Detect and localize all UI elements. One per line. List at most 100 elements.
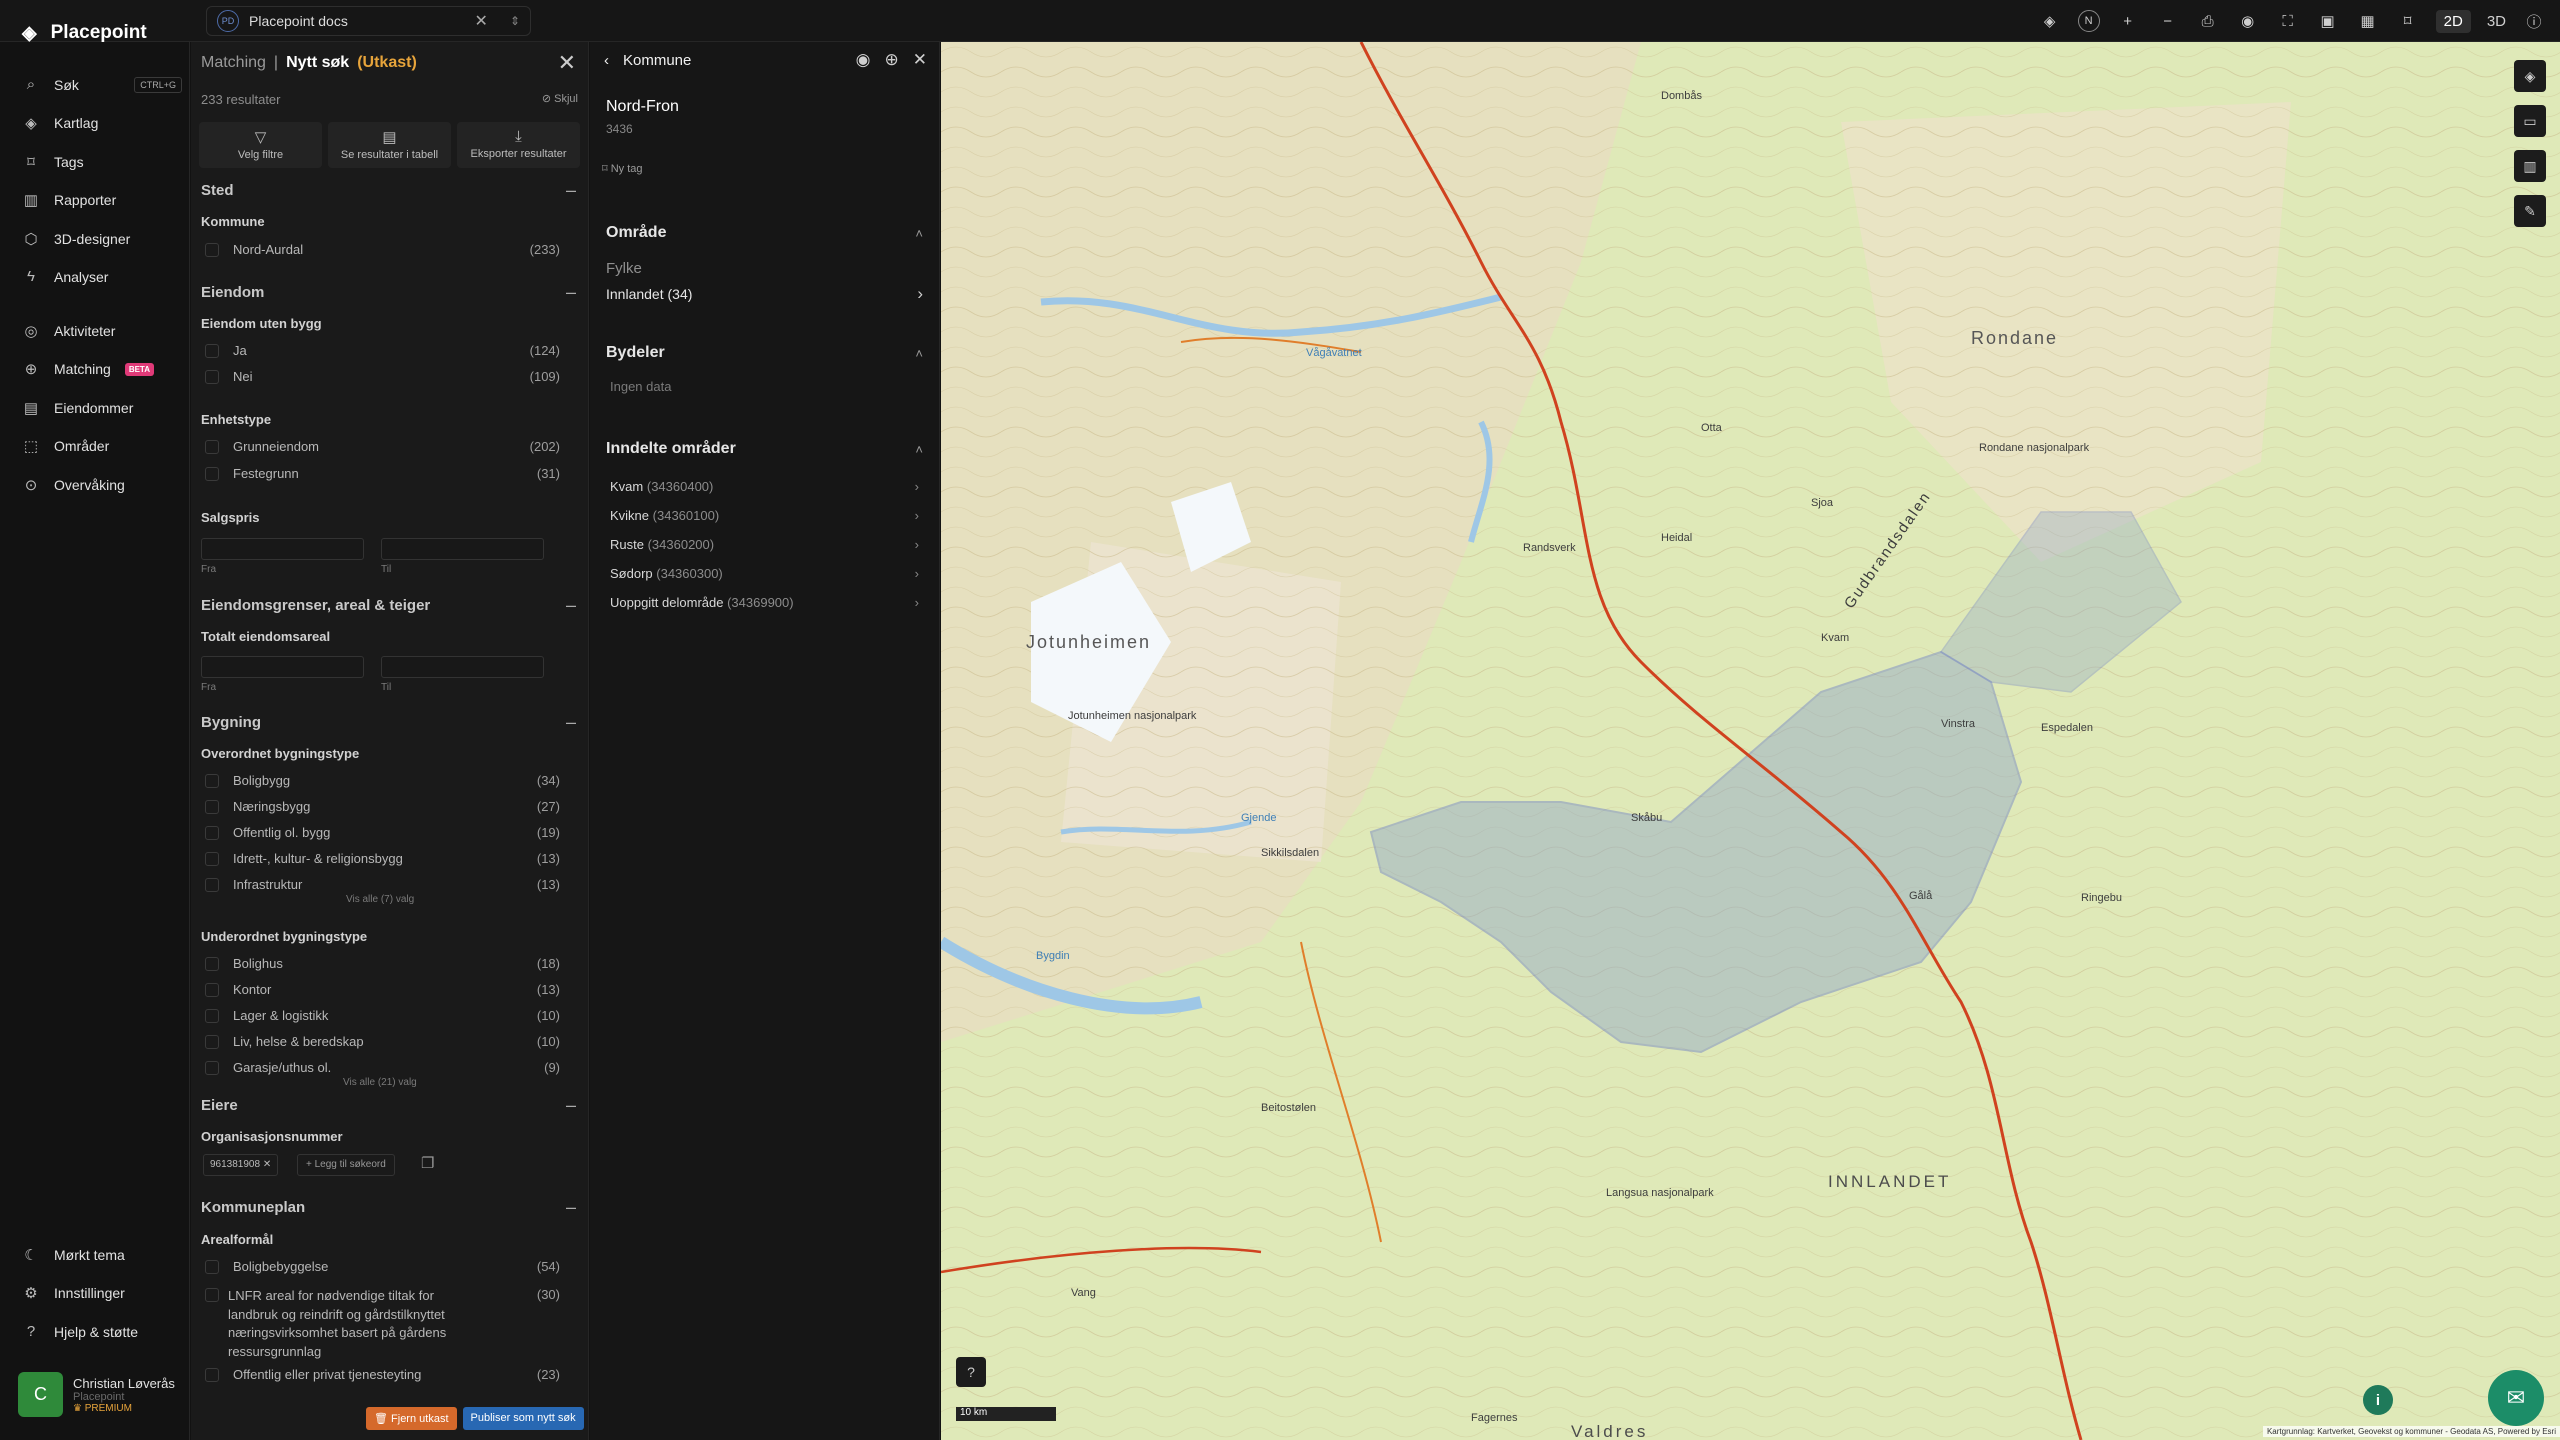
area-to-input[interactable] [381, 656, 544, 678]
option-label[interactable]: LNFR areal for nødvendige tiltak for lan… [228, 1287, 478, 1361]
section-grenser[interactable]: Eiendomsgrenser, areal & teiger [201, 597, 430, 614]
sidebar-item-rapporter[interactable]: ▥ Rapporter [22, 191, 182, 209]
chat-icon[interactable]: ✉ [2488, 1370, 2544, 1426]
sidebar-item-kartlag[interactable]: ◈ Kartlag [22, 114, 182, 132]
section-kommuneplan[interactable]: Kommuneplan [201, 1199, 305, 1216]
section-bydeler[interactable]: Bydeler [606, 344, 665, 362]
publish-button[interactable]: Publiser som nytt søk [462, 1407, 584, 1430]
close-icon[interactable]: ✕ [558, 50, 576, 76]
choose-filters-button[interactable]: ▽ Velg filtre [199, 122, 322, 168]
checkbox[interactable] [205, 800, 219, 814]
section-bygning[interactable]: Bygning [201, 714, 261, 731]
price-from-input[interactable] [201, 538, 364, 560]
chevron-up-icon[interactable]: ˄ [915, 346, 923, 361]
list-item[interactable]: Nord-Aurdal (233) [205, 242, 560, 257]
chevron-up-icon[interactable]: ˄ [915, 226, 923, 241]
zoom-in-icon[interactable]: + [2116, 13, 2140, 30]
checkbox[interactable] [205, 370, 219, 384]
remove-draft-button[interactable]: 🗑 Fjern utkast [366, 1407, 457, 1430]
list-item[interactable]: Kvam (34360400) [610, 479, 713, 494]
view-3d-button[interactable]: 3D [2487, 13, 2506, 30]
add-keyword-button[interactable]: + Legg til søkeord [297, 1154, 395, 1176]
section-omrade[interactable]: Område [606, 224, 666, 242]
chevron-right-icon[interactable]: › [915, 508, 919, 523]
list-item[interactable]: Kontor (13) [205, 982, 560, 997]
stats-tool-icon[interactable]: ▥ [2514, 150, 2546, 182]
price-to-input[interactable] [381, 538, 544, 560]
fylke-value[interactable]: Innlandet (34) [606, 286, 692, 302]
remove-chip-icon[interactable]: ✕ [263, 1159, 271, 1170]
checkbox[interactable] [205, 774, 219, 788]
collapse-icon[interactable]: – [566, 712, 576, 733]
compass-icon[interactable]: N [2077, 10, 2100, 32]
list-item[interactable]: Garasje/uthus ol. (9) [205, 1060, 560, 1075]
sidebar-item-overvaking[interactable]: ⊙ Overvåking [22, 476, 182, 494]
target-icon[interactable]: ⊕ [885, 50, 899, 70]
checkbox[interactable] [205, 1035, 219, 1049]
list-item[interactable]: Boligbygg (34) [205, 773, 560, 788]
chevron-right-icon[interactable]: › [917, 284, 923, 304]
sidebar-item-hjelp[interactable]: ? Hjelp & støtte [22, 1323, 182, 1340]
app-logo[interactable]: ◈ Placepoint [22, 0, 147, 66]
sidebar-item-aktiviteter[interactable]: ◎ Aktiviteter [22, 322, 182, 340]
checkbox[interactable] [205, 1368, 219, 1382]
checkbox[interactable] [205, 852, 219, 866]
chevron-right-icon[interactable]: › [915, 479, 919, 494]
section-eiendom[interactable]: Eiendom [201, 284, 264, 301]
show-all-link[interactable]: Vis alle (21) valg [343, 1077, 417, 1088]
list-item[interactable]: Offentlig ol. bygg (19) [205, 825, 560, 840]
collapse-icon[interactable]: – [566, 1197, 576, 1218]
close-icon[interactable]: ✕ [913, 50, 927, 70]
checkbox[interactable] [205, 344, 219, 358]
help-icon[interactable]: ? [956, 1357, 986, 1387]
eye-icon[interactable]: ◉ [2236, 12, 2260, 30]
back-icon[interactable]: ‹ [604, 52, 609, 69]
chevron-right-icon[interactable]: › [915, 595, 919, 610]
sidebar-item-matching[interactable]: ⊕ Matching BETA [22, 360, 182, 378]
section-sted[interactable]: Sted [201, 182, 234, 199]
chevron-updown-icon[interactable]: ⇕ [510, 14, 520, 28]
area-from-input[interactable] [201, 656, 364, 678]
section-inndelte[interactable]: Inndelte områder [606, 440, 736, 458]
sidebar-item-sok[interactable]: ⌕ Søk CTRL+G [22, 76, 182, 93]
camera-icon[interactable]: ▣ [2316, 12, 2340, 30]
sidebar-item-innstillinger[interactable]: ⚙ Innstillinger [22, 1284, 182, 1302]
checkbox[interactable] [205, 467, 219, 481]
list-item[interactable]: Liv, helse & beredskap (10) [205, 1034, 560, 1049]
layers-tool-icon[interactable]: ◈ [2514, 60, 2546, 92]
chevron-up-icon[interactable]: ˄ [915, 442, 923, 457]
sidebar-item-omrader[interactable]: ⬚ Områder [22, 437, 182, 455]
checkbox[interactable] [205, 440, 219, 454]
list-item[interactable]: Lager & logistikk (10) [205, 1008, 560, 1023]
chevron-right-icon[interactable]: › [915, 537, 919, 552]
list-item[interactable]: Festegrunn (31) [205, 466, 560, 481]
bookmark-icon[interactable]: ⌑ [2396, 12, 2420, 30]
list-item[interactable]: Grunneiendom (202) [205, 439, 560, 454]
list-item[interactable]: Kvikne (34360100) [610, 508, 719, 523]
list-item[interactable]: Sødorp (34360300) [610, 566, 723, 581]
new-tag-button[interactable]: ⌑ Ny tag [602, 162, 643, 175]
list-item[interactable]: Ruste (34360200) [610, 537, 714, 552]
sidebar-item-3d[interactable]: ⬡ 3D-designer [22, 230, 182, 248]
sidebar-item-analyser[interactable]: ϟ Analyser [22, 268, 182, 285]
list-item[interactable]: Næringsbygg (27) [205, 799, 560, 814]
chevron-right-icon[interactable]: › [915, 566, 919, 581]
sidebar-item-eiendommer[interactable]: ▤ Eiendommer [22, 399, 182, 417]
list-item[interactable]: Boligbebyggelse (54) [205, 1259, 560, 1274]
info-icon[interactable]: i [2363, 1385, 2393, 1415]
eye-icon[interactable]: ◉ [856, 50, 871, 70]
zoom-out-icon[interactable]: − [2156, 13, 2180, 30]
layers-icon[interactable]: ◈ [2038, 12, 2062, 30]
list-item[interactable]: Bolighus (18) [205, 956, 560, 971]
checkbox[interactable] [205, 878, 219, 892]
sidebar-item-tags[interactable]: ⌑ Tags [22, 153, 182, 171]
list-item[interactable]: Offentlig eller privat tjenesteyting (23) [205, 1367, 560, 1382]
checkbox[interactable] [205, 1260, 219, 1274]
copy-icon[interactable]: ❐ [421, 1154, 434, 1172]
list-item[interactable]: Infrastruktur (13) [205, 877, 560, 892]
fullscreen-icon[interactable]: ⛶ [2276, 13, 2300, 30]
info-icon[interactable]: ⓘ [2522, 11, 2546, 32]
docs-tab[interactable]: PD Placepoint docs ✕ ⇕ [206, 6, 531, 36]
draw-tool-icon[interactable]: ✎ [2514, 195, 2546, 227]
sidebar-item-tema[interactable]: ☾ Mørkt tema [22, 1246, 182, 1264]
